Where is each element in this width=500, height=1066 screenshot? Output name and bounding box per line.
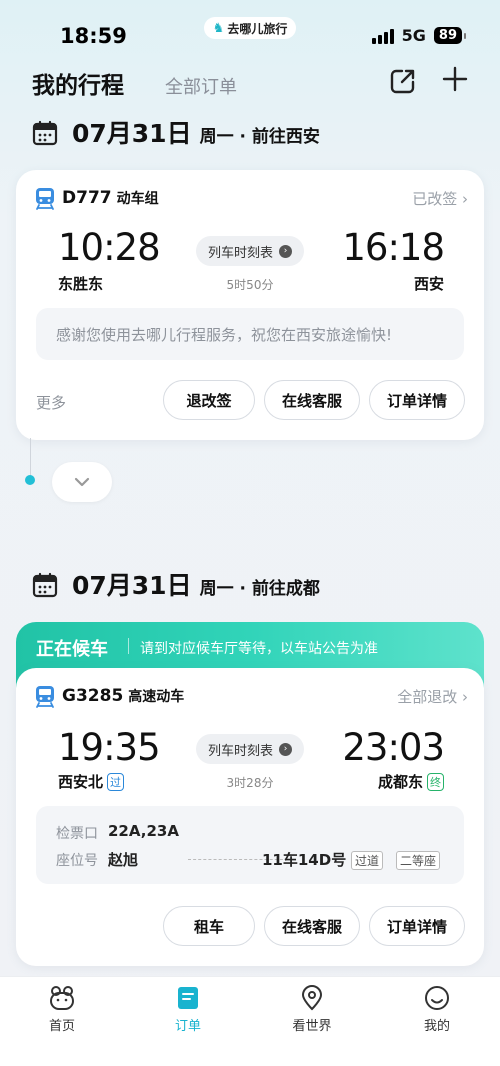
arrive-station: 西安 — [414, 273, 444, 294]
status-bar: 18:59 ♞ 去哪儿旅行 5G 89 — [0, 0, 500, 60]
calendar-icon — [32, 120, 58, 146]
divider — [128, 638, 129, 654]
refund-change-button[interactable]: 退改签 — [163, 380, 255, 420]
online-service-button[interactable]: 在线客服 — [264, 906, 360, 946]
trip-card-g3285[interactable]: G3285 高速动车 全部退改 › 19:35 列车时刻表 › 23:03 西安… — [16, 668, 484, 966]
trip-date: 07月31日 — [72, 571, 192, 600]
train-number: G3285 — [62, 686, 124, 706]
train-icon — [36, 188, 54, 210]
location-icon — [301, 985, 323, 1011]
depart-time: 19:35 — [58, 726, 161, 769]
add-icon[interactable] — [440, 64, 470, 94]
waiting-title: 正在候车 — [36, 639, 108, 660]
seat-value: 11车14D号 — [262, 851, 347, 869]
home-camel-icon — [50, 986, 74, 1010]
order-detail-button[interactable]: 订单详情 — [369, 906, 465, 946]
chevron-right-icon: › — [279, 244, 292, 258]
status-indicators: 5G 89 — [371, 26, 467, 45]
arrive-station: 成都东 终 — [378, 771, 444, 792]
tab-profile[interactable]: 我的 — [397, 985, 477, 1034]
seat-label: 座位号 — [56, 853, 98, 869]
trip-weekday-destination: 周一 · 前往成都 — [199, 579, 320, 599]
arrive-time: 23:03 — [342, 726, 445, 769]
train-type: 动车组 — [116, 191, 159, 207]
trip-notice: 感谢您使用去哪儿行程服务，祝您在西安旅途愉快! — [36, 308, 464, 360]
train-header: G3285 高速动车 — [34, 684, 184, 708]
tab-explore-label: 看世界 — [292, 1019, 332, 1034]
train-type: 高速动车 — [128, 689, 185, 705]
calendar-icon — [32, 572, 58, 598]
train-icon — [36, 686, 54, 708]
trip-date: 07月31日 — [72, 119, 192, 148]
timeline-dot — [25, 475, 35, 485]
schedule-button[interactable]: 列车时刻表 › — [196, 236, 304, 266]
depart-station-name: 东胜东 — [58, 275, 104, 293]
trip-date-row: 07月31日 周一 · 前往西安 — [32, 114, 320, 150]
depart-station: 西安北 过 — [58, 771, 125, 792]
trip-duration: 5时50分 — [226, 278, 274, 292]
schedule-button[interactable]: 列车时刻表 › — [196, 734, 304, 764]
passenger-name: 赵旭 — [108, 851, 139, 869]
chevron-right-icon: › — [279, 742, 292, 756]
car-rental-button[interactable]: 租车 — [163, 906, 255, 946]
timeline-line — [30, 438, 31, 480]
seat-position-tag: 过道 — [351, 851, 384, 870]
trip-weekday-destination: 周一 · 前往西安 — [199, 127, 320, 147]
app-indicator-pill: ♞ 去哪儿旅行 — [204, 17, 296, 39]
gate-value: 22A,23A — [108, 822, 179, 840]
ticket-status-link[interactable]: 全部退改 › — [397, 686, 468, 707]
trip-duration: 3时28分 — [226, 776, 274, 790]
trip-card-d777[interactable]: D777 动车组 已改签 › 10:28 列车时刻表 › 16:18 东胜东 5… — [16, 170, 484, 440]
order-detail-button[interactable]: 订单详情 — [369, 380, 465, 420]
online-service-button[interactable]: 在线客服 — [264, 380, 360, 420]
arrive-station-name: 成都东 — [377, 773, 423, 791]
ticket-info-box: 检票口 22A,23A 座位号 赵旭 11车14D号 过道 二等座 — [36, 806, 464, 884]
tab-home-label: 首页 — [48, 1019, 75, 1034]
pass-through-tag: 过 — [107, 772, 125, 791]
waiting-description: 请到对应候车厅等待，以车站公告为准 — [140, 641, 378, 657]
depart-station: 东胜东 — [58, 273, 103, 294]
camel-icon: ♞ — [212, 20, 225, 36]
arrive-station-name: 西安 — [413, 275, 444, 293]
gate-label: 检票口 — [56, 826, 98, 842]
depart-station-name: 西安北 — [58, 773, 104, 791]
arrive-time: 16:18 — [342, 226, 445, 269]
page-title: 我的行程 — [32, 73, 124, 99]
tab-explore[interactable]: 看世界 — [272, 985, 352, 1034]
smile-icon — [425, 986, 449, 1010]
seat-class-tag: 二等座 — [396, 851, 441, 870]
tab-orders-label: 订单 — [174, 1019, 201, 1034]
expand-button[interactable] — [52, 462, 112, 502]
tab-all-orders[interactable]: 全部订单 — [165, 73, 237, 99]
tab-orders[interactable]: 订单 — [148, 985, 228, 1034]
chevron-down-icon — [74, 477, 90, 487]
train-header: D777 动车组 — [34, 186, 159, 210]
ticket-status-link[interactable]: 已改签 › — [412, 188, 468, 209]
train-number: D777 — [62, 188, 112, 208]
terminal-tag: 终 — [427, 772, 444, 791]
more-link[interactable]: 更多 — [36, 392, 66, 413]
schedule-label: 列车时刻表 — [207, 245, 273, 261]
status-time: 18:59 — [60, 24, 127, 48]
network-type: 5G — [401, 26, 426, 45]
schedule-label: 列车时刻表 — [207, 743, 273, 759]
share-icon[interactable] — [388, 66, 418, 96]
bottom-tab-bar: 首页 订单 看世界 我的 — [0, 976, 500, 1066]
order-icon — [178, 987, 198, 1009]
tab-profile-label: 我的 — [423, 1019, 450, 1034]
battery-icon: 89 — [433, 27, 467, 44]
depart-time: 10:28 — [58, 226, 161, 269]
page-header: 我的行程 全部订单 — [32, 64, 470, 104]
tab-home[interactable]: 首页 — [22, 985, 102, 1034]
signal-icon — [371, 28, 394, 44]
app-name: 去哪儿旅行 — [227, 21, 288, 36]
trip-date-row: 07月31日 周一 · 前往成都 — [32, 566, 320, 602]
